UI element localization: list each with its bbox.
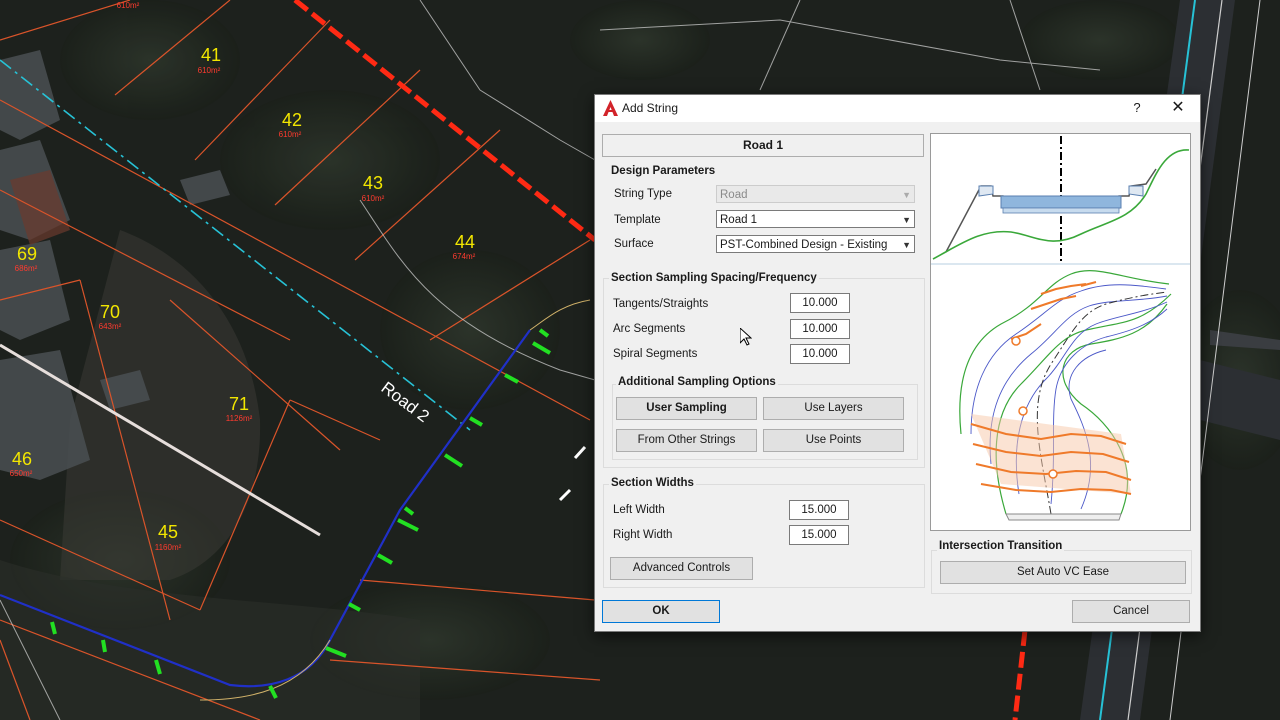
surface-value: PST-Combined Design - Existing [720,239,888,251]
ok-button[interactable]: OK [602,600,720,623]
intersection-transition-title: Intersection Transition [937,540,1065,552]
user-sampling-button[interactable]: User Sampling [616,397,757,420]
from-other-strings-button[interactable]: From Other Strings [616,429,757,452]
lot-area: 650m² [10,469,33,478]
chevron-down-icon: ▼ [902,240,911,250]
chevron-down-icon: ▼ [902,190,911,200]
lot-area: 610m² [279,130,302,139]
left-width-label: Left Width [613,504,665,516]
lot-number: 44 [455,232,475,252]
lot-area: 674m² [453,252,476,261]
tangents-label: Tangents/Straights [613,298,709,310]
top-lot-area: 610m² [117,1,140,10]
use-points-button[interactable]: Use Points [763,429,904,452]
add-string-dialog: Add String ? ✕ Road 1 Design Parameters … [594,94,1201,632]
lot-area: 1126m² [226,414,253,423]
surface-select[interactable]: PST-Combined Design - Existing ▼ [716,235,915,253]
string-type-value: Road [720,189,748,201]
lot-area: 610m² [198,66,221,75]
tangents-input[interactable]: 10.000 [790,293,850,313]
string-type-label: String Type [614,188,672,200]
lot-number: 46 [12,449,32,469]
chevron-down-icon: ▼ [902,215,911,225]
template-value: Road 1 [720,214,758,226]
set-auto-vc-ease-button[interactable]: Set Auto VC Ease [940,561,1186,584]
mouse-cursor-icon [740,328,752,346]
template-select[interactable]: Road 1 ▼ [716,210,915,228]
use-layers-button[interactable]: Use Layers [763,397,904,420]
advanced-controls-button[interactable]: Advanced Controls [610,557,753,580]
dialog-titlebar[interactable]: Add String ? ✕ [595,95,1200,122]
lot-number: 71 [229,394,249,414]
lot-number: 42 [282,110,302,130]
lot-number: 43 [363,173,383,193]
additional-sampling-title: Additional Sampling Options [616,376,778,388]
sampling-title: Section Sampling Spacing/Frequency [609,272,819,284]
right-width-label: Right Width [613,529,673,541]
lot-number: 70 [100,302,120,322]
help-button[interactable]: ? [1129,98,1145,118]
lot-number: 69 [17,244,37,264]
template-label: Template [614,214,661,226]
template-preview-image [930,133,1191,531]
dialog-title: Add String [622,101,679,115]
arc-segments-label: Arc Segments [613,323,686,335]
section-widths-title: Section Widths [609,477,696,489]
string-type-select[interactable]: Road ▼ [716,185,915,203]
arc-segments-input[interactable]: 10.000 [790,319,850,339]
lot-area: 1160m² [155,543,182,552]
string-name-header[interactable]: Road 1 [602,134,924,157]
right-width-input[interactable]: 15.000 [789,525,849,545]
spiral-segments-label: Spiral Segments [613,348,698,360]
close-button[interactable]: ✕ [1169,98,1187,118]
spiral-segments-input[interactable]: 10.000 [790,344,850,364]
surface-label: Surface [614,238,654,250]
lot-area: 610m² [362,194,385,203]
cancel-button[interactable]: Cancel [1072,600,1190,623]
lot-number: 41 [201,45,221,65]
lot-area: 643m² [99,322,122,331]
lot-number: 45 [158,522,178,542]
left-width-input[interactable]: 15.000 [789,500,849,520]
autocad-logo-icon [603,100,618,116]
lot-area: 686m² [15,264,38,273]
design-parameters-title: Design Parameters [609,165,718,177]
